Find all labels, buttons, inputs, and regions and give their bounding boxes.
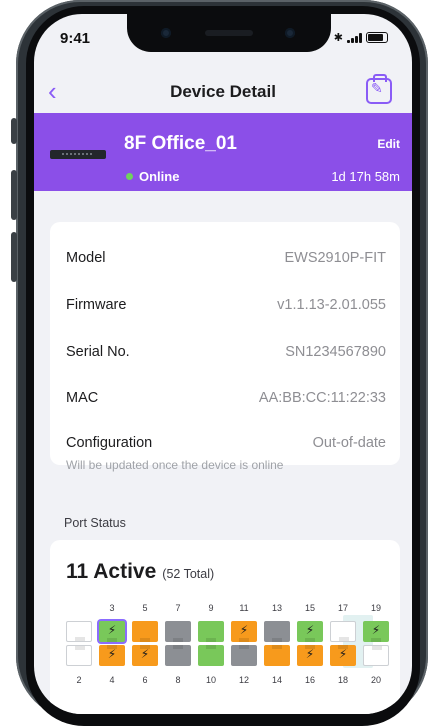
- camera-icon: [161, 28, 171, 38]
- port-11[interactable]: ⚡: [231, 621, 257, 642]
- poe-bolt-icon: ⚡: [107, 647, 117, 661]
- port-9[interactable]: [198, 621, 224, 642]
- device-info-card: Model EWS2910P-FIT Firmware v1.1.13-2.01…: [50, 222, 400, 472]
- port-number-label: 10: [205, 675, 216, 685]
- port-number-label: 4: [109, 675, 115, 685]
- info-row-firmware: Firmware v1.1.13-2.01.055: [66, 297, 386, 313]
- info-row-mac: MAC AA:BB:CC:11:22:33: [66, 390, 386, 406]
- info-label: Model: [66, 250, 106, 266]
- port-number-label: 2: [76, 675, 82, 685]
- device-banner: 8F Office_01 Edit Online 1d 17h 58m: [34, 113, 412, 191]
- info-label: MAC: [66, 390, 99, 406]
- port-14[interactable]: [264, 645, 290, 666]
- port-number-label: 19: [370, 603, 381, 613]
- port-13[interactable]: [264, 621, 290, 642]
- info-value: SN1234567890: [285, 344, 386, 360]
- info-value: AA:BB:CC:11:22:33: [258, 390, 386, 406]
- poe-bolt-icon: ⚡: [140, 647, 150, 661]
- port-number-label: 5: [142, 603, 148, 613]
- screen: 9:41 ✱ ‹ Device Detail 8F Office_01 Edit…: [34, 14, 412, 714]
- poe-bolt-icon: ⚡: [239, 623, 249, 637]
- online-dot-icon: [126, 173, 133, 180]
- info-label: Serial No.: [66, 344, 130, 360]
- port-18[interactable]: ⚡: [330, 645, 356, 666]
- uptime: 1d 17h 58m: [331, 169, 400, 184]
- port-12[interactable]: [231, 645, 257, 666]
- port-number-label: 6: [142, 675, 148, 685]
- page-title: Device Detail: [170, 82, 276, 101]
- info-value: Out-of-date: [312, 435, 386, 451]
- port-2[interactable]: [66, 645, 92, 666]
- info-label: Configuration: [66, 435, 153, 451]
- speaker-grille: [205, 30, 253, 36]
- port-7[interactable]: [165, 621, 191, 642]
- port-4[interactable]: ⚡: [99, 645, 125, 666]
- poe-bolt-icon: ⚡: [338, 647, 348, 661]
- port-number-label: 7: [175, 603, 181, 613]
- port-number-label: 18: [337, 675, 348, 685]
- info-value: v1.1.13-2.01.055: [277, 297, 386, 313]
- poe-bolt-icon: ⚡: [107, 623, 117, 637]
- port-1[interactable]: [66, 621, 92, 642]
- port-number-label: 17: [337, 603, 348, 613]
- port-number-label: 15: [304, 603, 315, 613]
- config-note: Will be updated once the device is onlin…: [66, 458, 284, 472]
- volume-up-button: [11, 170, 17, 220]
- port-19[interactable]: ⚡: [363, 621, 389, 642]
- info-row-model: Model EWS2910P-FIT: [66, 250, 386, 266]
- port-status-title: Port Status: [64, 516, 126, 530]
- total-count-label: (52 Total): [162, 567, 215, 581]
- switch-device-icon: [50, 150, 106, 159]
- port-number-label: 13: [271, 603, 282, 613]
- port-15[interactable]: ⚡: [297, 621, 323, 642]
- notch: [127, 14, 331, 52]
- port-number-label: 8: [175, 675, 181, 685]
- port-5[interactable]: [132, 621, 158, 642]
- port-number-label: 14: [271, 675, 282, 685]
- device-name: 8F Office_01: [124, 133, 237, 154]
- port-number-label: 16: [304, 675, 315, 685]
- port-17[interactable]: [330, 621, 356, 642]
- edit-button[interactable]: Edit: [377, 137, 400, 151]
- signal-icon: [347, 32, 362, 43]
- mute-switch: [11, 118, 17, 144]
- port-16[interactable]: ⚡: [297, 645, 323, 666]
- nav-bar: ‹ Device Detail: [34, 74, 412, 114]
- bluetooth-icon: ✱: [333, 31, 343, 44]
- port-number-label: 12: [238, 675, 249, 685]
- port-number-label: 9: [208, 603, 214, 613]
- port-8[interactable]: [165, 645, 191, 666]
- poe-bolt-icon: ⚡: [371, 623, 381, 637]
- online-status: Online: [126, 169, 179, 184]
- status-label: Online: [139, 169, 180, 184]
- active-count: 11 Active (52 Total): [66, 560, 214, 584]
- info-row-serial: Serial No. SN1234567890: [66, 344, 386, 360]
- status-icons: ✱: [334, 31, 388, 44]
- port-number-label: 11: [239, 603, 249, 613]
- port-10[interactable]: [198, 645, 224, 666]
- status-time: 9:41: [60, 30, 91, 47]
- port-6[interactable]: ⚡: [132, 645, 158, 666]
- port-3[interactable]: ⚡: [99, 621, 125, 642]
- port-number-label: 20: [370, 675, 381, 685]
- port-status-card: 11 Active (52 Total) 3 5 7 9 11 13 15 17 19 ⚡ ⚡ ⚡ ⚡…: [50, 540, 400, 714]
- info-row-configuration: Configuration Out-of-date: [66, 435, 386, 451]
- port-20[interactable]: [363, 645, 389, 666]
- sensor-icon: [285, 28, 295, 38]
- info-label: Firmware: [66, 297, 127, 313]
- poe-bolt-icon: ⚡: [305, 623, 315, 637]
- battery-icon: [366, 32, 388, 43]
- volume-down-button: [11, 232, 17, 282]
- active-count-label: 11 Active: [66, 560, 157, 583]
- port-number-label: 3: [109, 603, 115, 613]
- poe-bolt-icon: ⚡: [305, 647, 315, 661]
- toolbox-icon[interactable]: [366, 74, 392, 104]
- info-value: EWS2910P-FIT: [284, 250, 386, 266]
